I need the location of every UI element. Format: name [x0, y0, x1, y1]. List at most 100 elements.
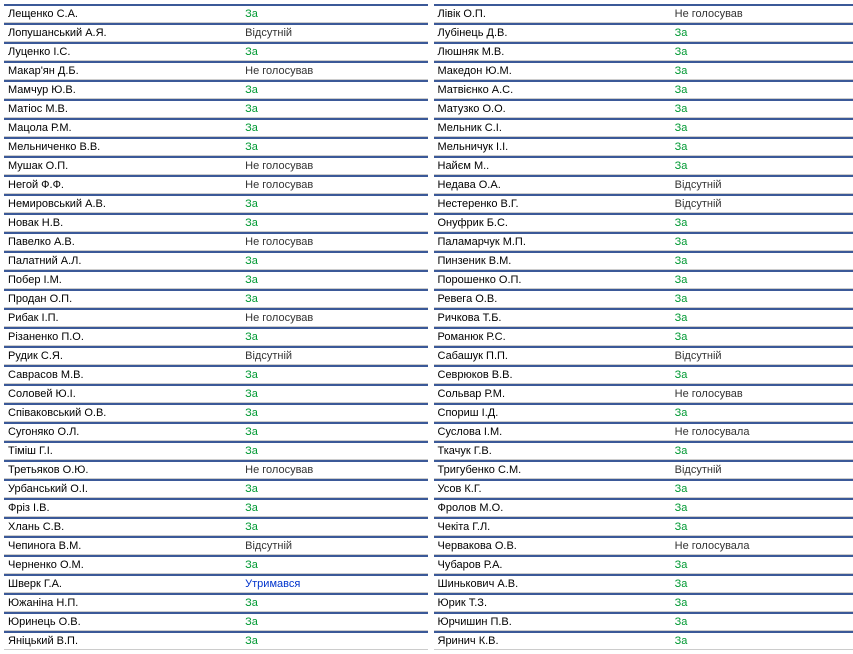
- table-row: Червакова О.В.Не голосувала: [434, 536, 853, 555]
- table-row: Сугоняко О.Л.За: [4, 422, 428, 441]
- vote-value: За: [241, 122, 427, 134]
- table-row: Усов К.Г.За: [434, 479, 853, 498]
- deputy-name: Шверк Г.А.: [4, 578, 241, 590]
- vote-value: За: [241, 407, 427, 419]
- table-row: Порошенко О.П.За: [434, 270, 853, 289]
- deputy-name: Усов К.Г.: [434, 483, 671, 495]
- vote-value: За: [241, 597, 427, 609]
- vote-value: За: [671, 84, 853, 96]
- table-row: Тригубенко С.М.Відсутній: [434, 460, 853, 479]
- table-row: Южаніна Н.П.За: [4, 593, 428, 612]
- table-row: Негой Ф.Ф.Не голосував: [4, 175, 428, 194]
- deputy-name: Мельниченко В.В.: [4, 141, 241, 153]
- vote-value: Відсутній: [241, 350, 427, 362]
- deputy-name: Матвієнко А.С.: [434, 84, 671, 96]
- table-row: Чубаров Р.А.За: [434, 555, 853, 574]
- deputy-name: Співаковський О.В.: [4, 407, 241, 419]
- table-row: Лубінець Д.В.За: [434, 23, 853, 42]
- deputy-name: Чепинога В.М.: [4, 540, 241, 552]
- vote-value: За: [671, 217, 853, 229]
- vote-value: Відсутній: [671, 350, 853, 362]
- vote-value: За: [671, 559, 853, 571]
- deputy-name: Сольвар Р.М.: [434, 388, 671, 400]
- vote-value: Не голосував: [241, 65, 427, 77]
- table-row: Соловей Ю.І.За: [4, 384, 428, 403]
- deputy-name: Порошенко О.П.: [434, 274, 671, 286]
- deputy-name: Мушак О.П.: [4, 160, 241, 172]
- deputy-name: Мамчур Ю.В.: [4, 84, 241, 96]
- deputy-name: Юрик Т.З.: [434, 597, 671, 609]
- deputy-name: Негой Ф.Ф.: [4, 179, 241, 191]
- table-row: Лещенко С.А.За: [4, 4, 428, 23]
- vote-value: Не голосував: [241, 160, 427, 172]
- vote-value: За: [671, 407, 853, 419]
- deputy-name: Мельник С.І.: [434, 122, 671, 134]
- vote-value: За: [671, 141, 853, 153]
- table-row: Луценко І.С.За: [4, 42, 428, 61]
- vote-value: За: [241, 521, 427, 533]
- vote-value: Не голосував: [241, 312, 427, 324]
- vote-value: За: [241, 274, 427, 286]
- vote-value: Не голосував: [241, 464, 427, 476]
- table-row: Урбанський О.І.За: [4, 479, 428, 498]
- vote-value: Не голосувала: [671, 540, 853, 552]
- vote-value: За: [671, 483, 853, 495]
- deputy-name: Сабашук П.П.: [434, 350, 671, 362]
- deputy-name: Юрчишин П.В.: [434, 616, 671, 628]
- vote-value: За: [241, 8, 427, 20]
- table-row: Лопушанський А.Я.Відсутній: [4, 23, 428, 42]
- deputy-name: Македон Ю.М.: [434, 65, 671, 77]
- deputy-name: Паламарчук М.П.: [434, 236, 671, 248]
- table-row: Недава О.А.Відсутній: [434, 175, 853, 194]
- table-row: Паламарчук М.П.За: [434, 232, 853, 251]
- table-row: Мельник С.І.За: [434, 118, 853, 137]
- vote-value: За: [241, 483, 427, 495]
- vote-value: За: [671, 236, 853, 248]
- deputy-name: Суслова І.М.: [434, 426, 671, 438]
- table-row: Люшняк М.В.За: [434, 42, 853, 61]
- vote-value: За: [671, 122, 853, 134]
- table-row: Яринич К.В.За: [434, 631, 853, 650]
- deputy-name: Яніцький В.П.: [4, 635, 241, 647]
- vote-value: За: [241, 388, 427, 400]
- deputy-name: Сугоняко О.Л.: [4, 426, 241, 438]
- deputy-name: Новак Н.В.: [4, 217, 241, 229]
- table-row: Співаковський О.В.За: [4, 403, 428, 422]
- vote-value: За: [241, 502, 427, 514]
- deputy-name: Червакова О.В.: [434, 540, 671, 552]
- deputy-name: Фріз І.В.: [4, 502, 241, 514]
- table-row: Матіос М.В.За: [4, 99, 428, 118]
- vote-value: За: [671, 274, 853, 286]
- vote-value: За: [671, 27, 853, 39]
- deputy-name: Люшняк М.В.: [434, 46, 671, 58]
- table-row: Найєм М..За: [434, 156, 853, 175]
- vote-value: За: [671, 255, 853, 267]
- vote-value: За: [671, 160, 853, 172]
- deputy-name: Севрюков В.В.: [434, 369, 671, 381]
- deputy-name: Рудик С.Я.: [4, 350, 241, 362]
- table-row: Палатний А.Л.За: [4, 251, 428, 270]
- deputy-name: Юринець О.В.: [4, 616, 241, 628]
- deputy-name: Нестеренко В.Г.: [434, 198, 671, 210]
- table-row: Онуфрик Б.С.За: [434, 213, 853, 232]
- vote-value: За: [241, 46, 427, 58]
- table-row: Немировський А.В.За: [4, 194, 428, 213]
- deputy-name: Немировський А.В.: [4, 198, 241, 210]
- table-row: Макар'ян Д.Б.Не голосував: [4, 61, 428, 80]
- deputy-name: Луценко І.С.: [4, 46, 241, 58]
- vote-value: За: [241, 331, 427, 343]
- deputy-name: Найєм М..: [434, 160, 671, 172]
- deputy-name: Романюк Р.С.: [434, 331, 671, 343]
- vote-value: Не голосував: [671, 388, 853, 400]
- deputy-name: Чубаров Р.А.: [434, 559, 671, 571]
- deputy-name: Матіос М.В.: [4, 103, 241, 115]
- table-row: Мамчур Ю.В.За: [4, 80, 428, 99]
- deputy-name: Яринич К.В.: [434, 635, 671, 647]
- table-row: Павелко А.В.Не голосував: [4, 232, 428, 251]
- deputy-name: Недава О.А.: [434, 179, 671, 191]
- vote-value: За: [241, 217, 427, 229]
- vote-value: За: [241, 103, 427, 115]
- table-row: Юрик Т.З.За: [434, 593, 853, 612]
- table-row: Фріз І.В.За: [4, 498, 428, 517]
- vote-value: За: [671, 369, 853, 381]
